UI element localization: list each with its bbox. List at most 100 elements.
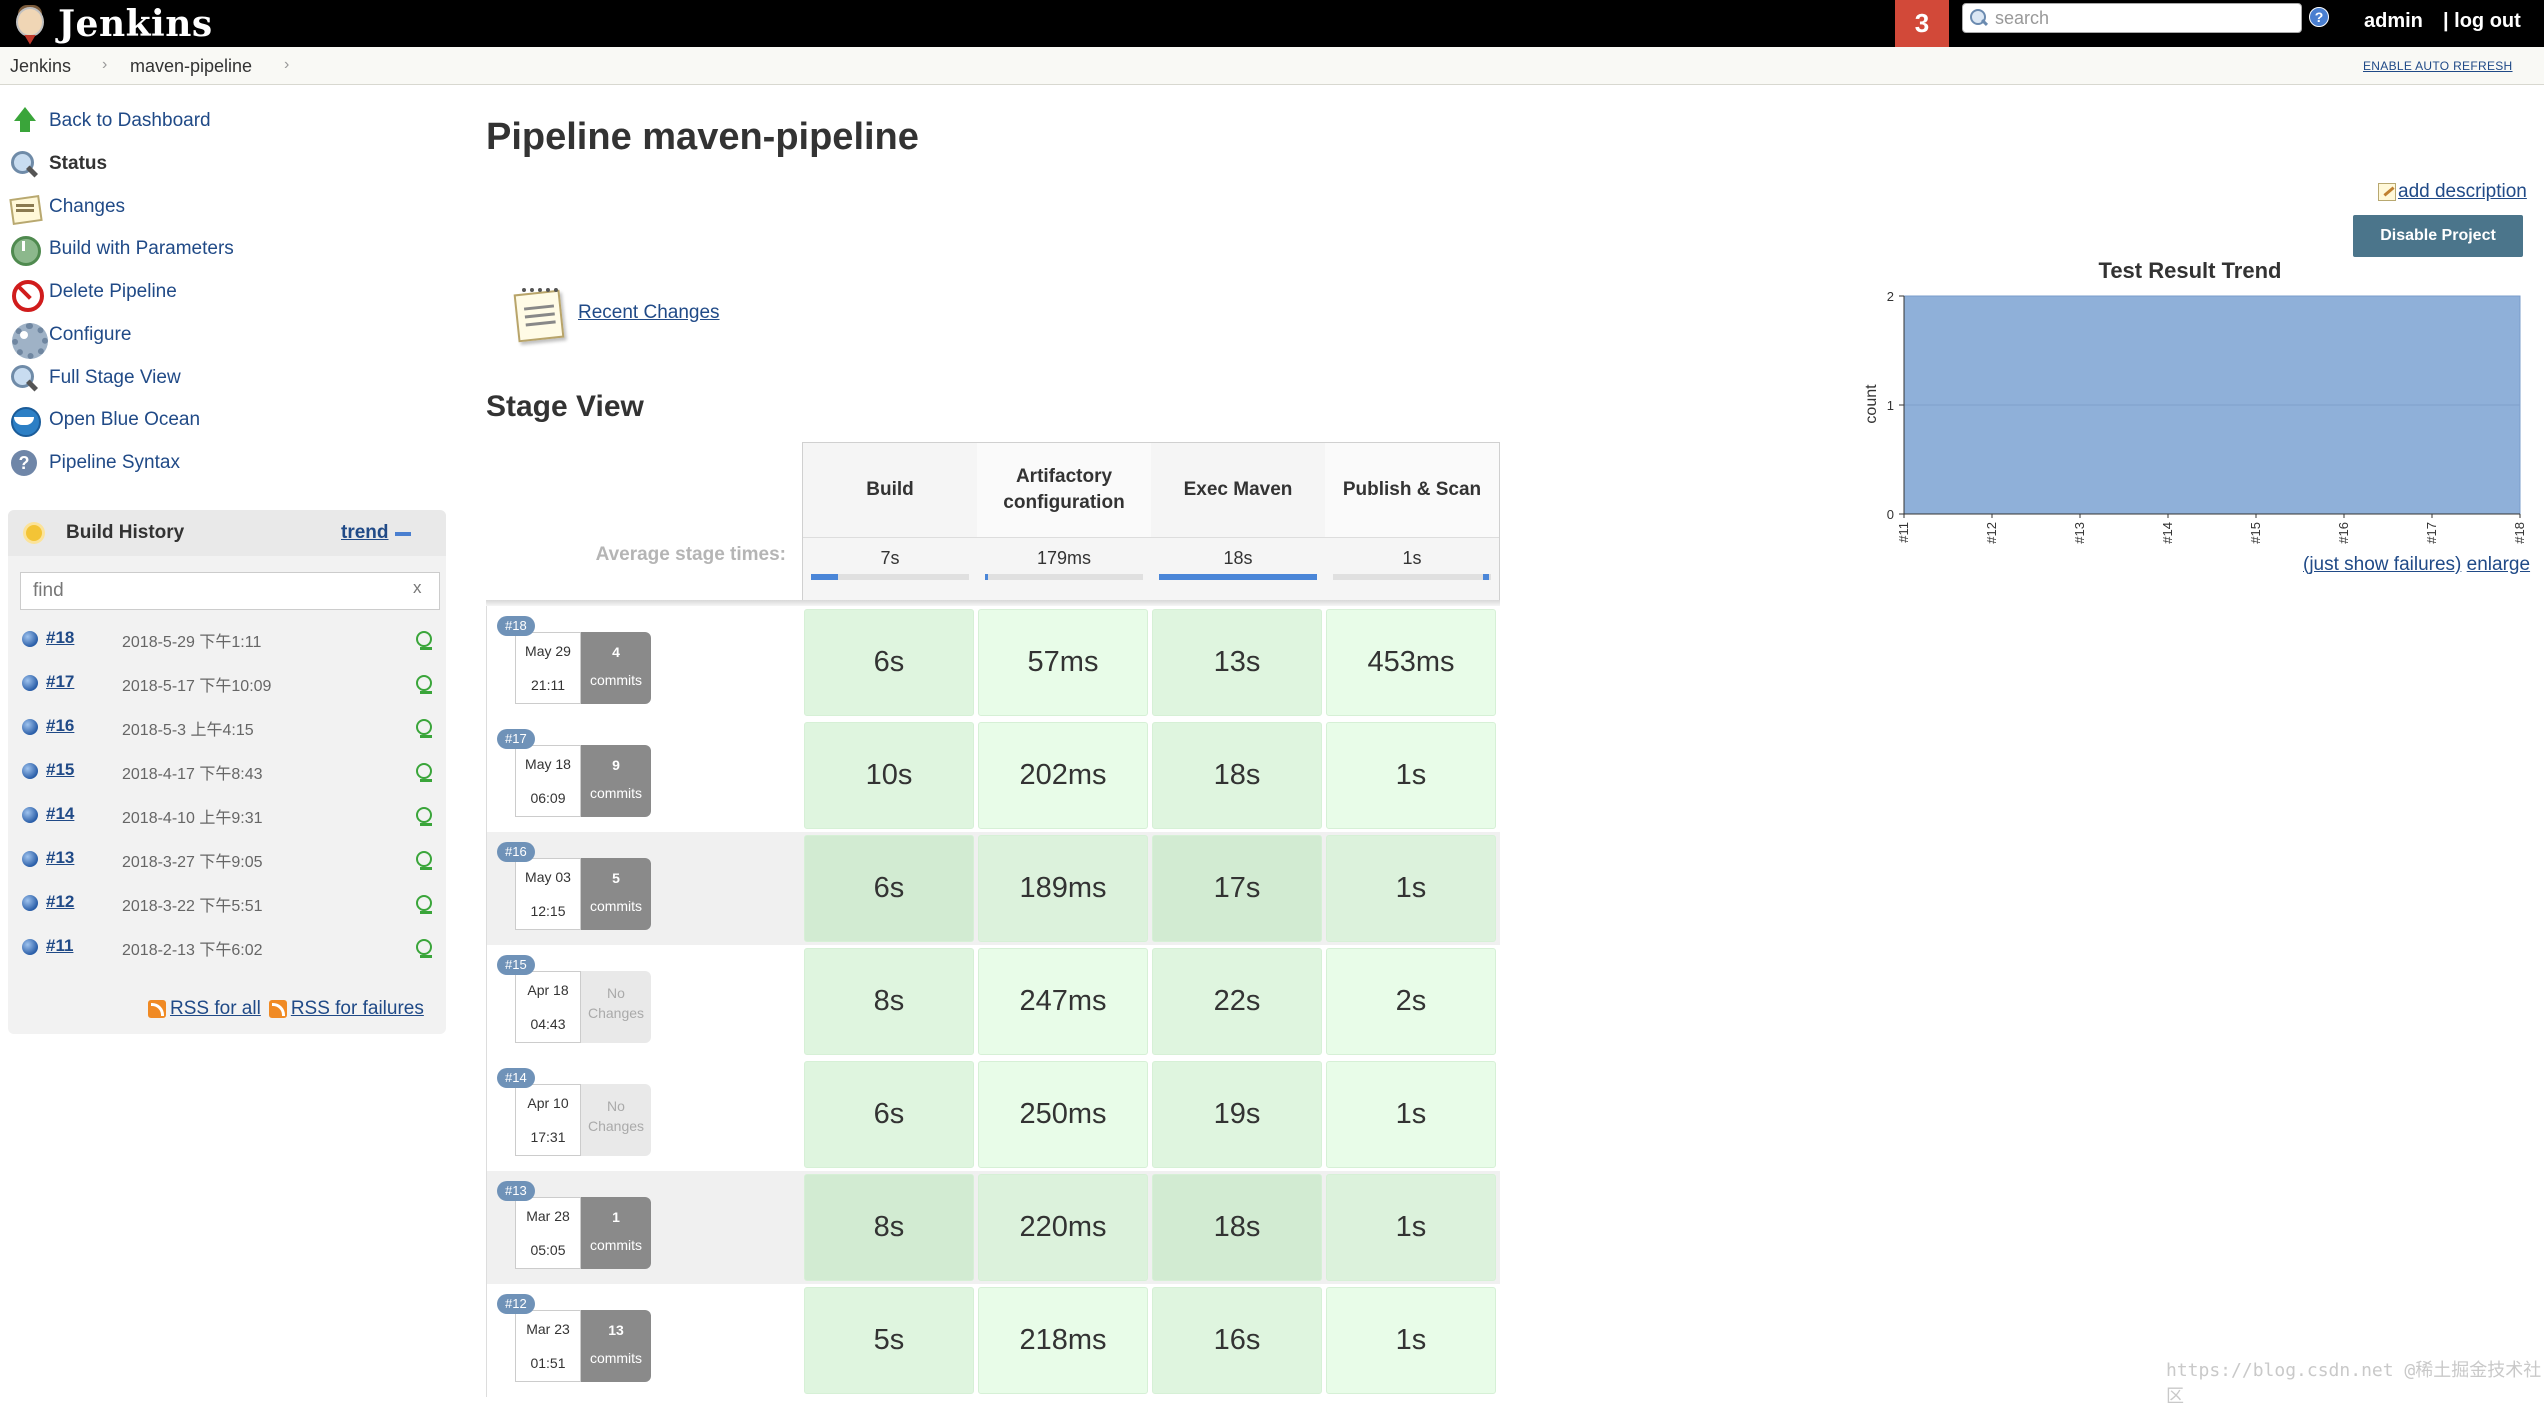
sidebar-item-changes[interactable]: Changes [8,190,125,224]
stage-duration-cell[interactable]: 218ms [978,1287,1148,1394]
stage-duration-cell[interactable]: 202ms [978,722,1148,829]
stage-duration-cell[interactable]: 220ms [978,1174,1148,1281]
search-input[interactable] [1993,6,2273,30]
commits-badge[interactable]: 13 commits [581,1310,651,1382]
stage-duration-cell[interactable]: 8s [804,948,974,1055]
breadcrumb-separator[interactable]: › [284,56,289,74]
rss-all-link[interactable]: RSS for all [170,998,261,1020]
console-output-icon[interactable] [416,763,432,782]
stage-duration-cell[interactable]: 13s [1152,609,1322,716]
stage-duration-cell[interactable]: 8s [804,1174,974,1281]
stage-duration-cell[interactable]: 1s [1326,1287,1496,1394]
build-number-link[interactable]: #14 [46,804,74,824]
stage-duration-cell[interactable]: 18s [1152,722,1322,829]
just-show-failures-link[interactable]: (just show failures) [2303,554,2461,575]
jenkins-logo[interactable]: Jenkins [10,0,213,47]
logout-link[interactable]: | log out [2443,10,2521,33]
build-label[interactable]: Apr 10 17:31 No Changes #14 [486,1058,800,1171]
sidebar-item-status[interactable]: Status [8,147,107,181]
test-result-trend-chart[interactable]: 0 1 2 #11 #12 #13 #14 #15 #16 #17 #18 count [1856,284,2536,554]
enable-auto-refresh-link[interactable]: ENABLE AUTO REFRESH [2363,59,2513,73]
console-output-icon[interactable] [416,631,432,650]
stage-duration-cell[interactable]: 6s [804,835,974,942]
stage-duration-cell[interactable]: 1s [1326,722,1496,829]
build-number-link[interactable]: #16 [46,716,74,736]
build-date-card: Mar 23 01:51 [515,1310,581,1382]
user-link[interactable]: admin [2364,10,2423,33]
notification-badge[interactable]: 3 [1895,0,1949,47]
build-number-link[interactable]: #12 [46,892,74,912]
stage-duration-cell[interactable]: 453ms [1326,609,1496,716]
console-output-icon[interactable] [416,719,432,738]
commit-count: No [607,985,625,1001]
commits-badge[interactable]: 1 commits [581,1197,651,1269]
console-output-icon[interactable] [416,895,432,914]
build-label[interactable]: May 29 21:11 4 commits #18 [486,606,800,719]
sidebar-item-open-blue-ocean[interactable]: Open Blue Ocean [8,403,200,438]
commits-badge[interactable]: 9 commits [581,745,651,817]
build-label[interactable]: May 03 12:15 5 commits #16 [486,832,800,945]
commits-badge[interactable]: 4 commits [581,632,651,704]
stage-duration-cell[interactable]: 22s [1152,948,1322,1055]
sidebar-item-build-with-parameters[interactable]: Build with Parameters [8,232,234,267]
stage-duration-cell[interactable]: 10s [804,722,974,829]
stage-duration-cell[interactable]: 1s [1326,835,1496,942]
breadcrumb-job[interactable]: maven-pipeline [130,56,252,77]
help-icon[interactable]: ? [2309,7,2329,27]
stage-build-row: May 18 06:09 9 commits #17 10s 202ms 18s 1s [486,719,1500,832]
add-description-link[interactable]: add description [2378,181,2527,203]
stage-duration-cell[interactable]: 6s [804,1061,974,1168]
rss-failures-link[interactable]: RSS for failures [291,998,424,1020]
stage-duration-cell[interactable]: 18s [1152,1174,1322,1281]
build-label[interactable]: Apr 18 04:43 No Changes #15 [486,945,800,1058]
commits-badge[interactable]: 5 commits [581,858,651,930]
build-time: 05:05 [530,1242,566,1258]
console-output-icon[interactable] [416,851,432,870]
build-month-day: May 03 [525,869,571,885]
recent-changes-link[interactable]: Recent Changes [578,302,720,324]
sidebar-item-pipeline-syntax[interactable]: Pipeline Syntax [8,446,180,480]
build-time: 12:15 [530,903,566,919]
stage-duration-cell[interactable]: 1s [1326,1061,1496,1168]
stage-duration-cell[interactable]: 5s [804,1287,974,1394]
sidebar-item-back-to-dashboard[interactable]: Back to Dashboard [8,104,211,138]
x-tick-label: #12 [1984,522,1999,544]
commit-label: commits [589,898,643,914]
stage-duration-cell[interactable]: 19s [1152,1061,1322,1168]
stage-duration-cell[interactable]: 247ms [978,948,1148,1055]
build-label[interactable]: Mar 23 01:51 13 commits #12 [486,1284,800,1397]
stage-duration-cell[interactable]: 6s [804,609,974,716]
sidebar-item-delete-pipeline[interactable]: Delete Pipeline [8,275,177,312]
stage-duration-cell[interactable]: 1s [1326,1174,1496,1281]
build-number-link[interactable]: #17 [46,672,74,692]
sidebar-item-configure[interactable]: Configure [8,318,131,359]
stage-duration-cell[interactable]: 57ms [978,609,1148,716]
build-number-link[interactable]: #13 [46,848,74,868]
trend-link[interactable]: trend [341,522,389,544]
console-output-icon[interactable] [416,939,432,958]
enlarge-link[interactable]: enlarge [2467,554,2530,575]
commits-badge[interactable]: No Changes [581,1084,651,1156]
breadcrumb-jenkins[interactable]: Jenkins [10,56,71,77]
build-filter-input[interactable] [20,572,440,610]
stage-duration-cell[interactable]: 2s [1326,948,1496,1055]
disable-project-button[interactable]: Disable Project [2353,215,2523,257]
build-label[interactable]: May 18 06:09 9 commits #17 [486,719,800,832]
console-output-icon[interactable] [416,807,432,826]
commits-badge[interactable]: No Changes [581,971,651,1043]
stage-duration-cell[interactable]: 17s [1152,835,1322,942]
search-box[interactable] [1962,3,2302,33]
collapse-icon[interactable] [395,532,411,536]
breadcrumb-separator[interactable]: › [102,56,107,74]
console-output-icon[interactable] [416,675,432,694]
stage-duration-cell[interactable]: 16s [1152,1287,1322,1394]
clear-filter-icon[interactable]: x [413,578,422,598]
build-number-link[interactable]: #15 [46,760,74,780]
stage-duration-cell[interactable]: 250ms [978,1061,1148,1168]
stage-duration-cell[interactable]: 189ms [978,835,1148,942]
notepad-icon[interactable] [512,284,570,343]
sidebar-item-full-stage-view[interactable]: Full Stage View [8,361,181,395]
build-label[interactable]: Mar 28 05:05 1 commits #13 [486,1171,800,1284]
build-number-link[interactable]: #11 [46,936,73,956]
build-number-link[interactable]: #18 [46,628,74,648]
